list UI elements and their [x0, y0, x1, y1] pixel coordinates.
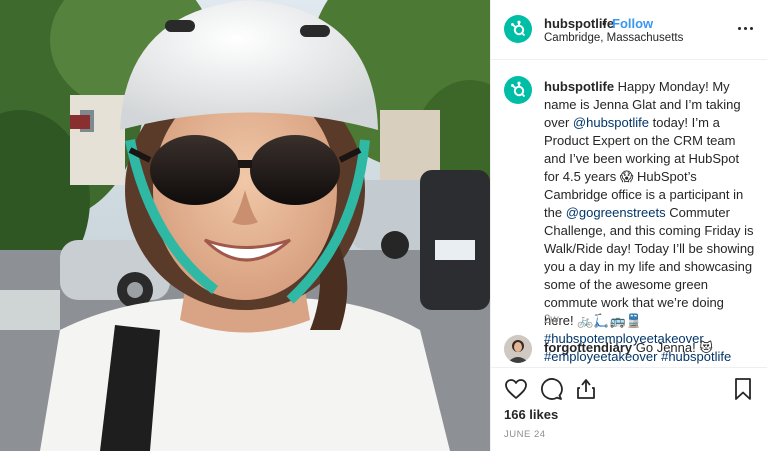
caption-text: Commuter Challenge, and this coming Frid…	[544, 205, 755, 328]
post-header: hubspotlife • Follow Cambridge, Massachu…	[491, 0, 767, 60]
commenter-photo	[504, 335, 532, 363]
post-location[interactable]: Cambridge, Massachusetts	[544, 32, 683, 44]
heart-icon[interactable]	[504, 377, 528, 401]
commenter-avatar[interactable]	[504, 335, 532, 363]
hubspot-logo-icon	[511, 81, 526, 98]
follow-button[interactable]: Follow	[612, 16, 653, 31]
mention-link[interactable]: @gogreenstreets	[566, 205, 666, 220]
divider	[491, 367, 767, 368]
comment-icon[interactable]	[539, 377, 563, 401]
like-count[interactable]: 166 likes	[504, 407, 558, 422]
comment-text: Go Jenna! 😻	[632, 340, 713, 355]
mention-link[interactable]: @hubspotlife	[573, 115, 649, 130]
post-caption: hubspotlife Happy Monday! My name is Jen…	[544, 78, 756, 366]
caption-username[interactable]: hubspotlife	[544, 79, 614, 94]
instagram-post: hubspotlife • Follow Cambridge, Massachu…	[0, 0, 767, 451]
bookmark-icon[interactable]	[731, 377, 755, 401]
commenter-username[interactable]: forgottendiary	[544, 340, 632, 355]
more-options-icon[interactable]	[735, 20, 757, 36]
hubspot-logo-icon	[511, 20, 526, 37]
profile-avatar[interactable]	[504, 15, 532, 43]
separator-dot: •	[602, 16, 607, 31]
post-sidebar: hubspotlife • Follow Cambridge, Massachu…	[490, 0, 767, 451]
comment-item: forgottendiary Go Jenna! 😻	[544, 339, 756, 357]
post-date[interactable]: JUNE 24	[504, 429, 546, 440]
share-icon[interactable]	[574, 377, 598, 401]
caption-avatar[interactable]	[504, 76, 532, 104]
post-time-ago[interactable]: 2w	[544, 314, 559, 326]
post-photo[interactable]	[0, 0, 490, 451]
selfie-photo	[0, 0, 490, 451]
